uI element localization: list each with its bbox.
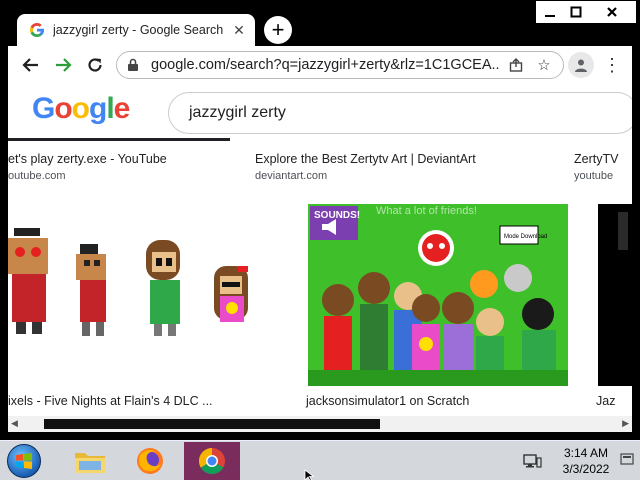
logo-letter: G [32,92,55,125]
tab-title: jazzygirl zerty - Google Search [53,23,224,37]
image-caption-1[interactable]: ixels - Five Nights at Flain's 4 DLC ... [8,394,213,408]
url-text: google.com/search?q=jazzygirl+zerty&rlz=… [151,57,499,73]
logo-letter: o [54,92,72,125]
maximize-button[interactable] [562,1,590,23]
network-icon[interactable] [522,453,542,469]
image-thumbnail-1[interactable] [8,224,278,374]
tab-strip: jazzygirl zerty - Google Search ✕ + [0,0,640,46]
scratch-characters-image: SOUNDS! What a lot of friends! Mode Down… [308,204,568,386]
result-title-3[interactable]: ZertyTV [574,152,618,166]
profile-avatar-icon[interactable] [568,52,594,78]
logo-letter: e [113,92,131,125]
page-viewport: Google jazzygirl zerty et's play zerty.e… [8,84,632,432]
search-input[interactable]: jazzygirl zerty [168,92,632,134]
bookmark-star-icon[interactable]: ☆ [533,56,555,74]
result-source-3: youtube [574,170,614,182]
thumb-header-text: What a lot of friends! [376,205,477,217]
result-title-2[interactable]: Explore the Best Zertytv Art | DeviantAr… [255,152,476,166]
minimize-icon [545,15,555,17]
browser-toolbar: google.com/search?q=jazzygirl+zerty&rlz=… [8,46,632,84]
taskbar-firefox[interactable] [122,442,178,480]
result-source-1: outube.com [8,170,66,182]
image-caption-2[interactable]: jacksonsimulator1 on Scratch [306,394,469,408]
taskbar-chrome[interactable] [184,442,240,480]
taskbar: 3:14 AM 3/3/2022 [0,440,640,480]
browser-menu-icon[interactable]: ⋮ [602,52,622,78]
mode-download-label: Mode Download [504,234,547,240]
logo-letter: g [89,92,107,125]
search-query-text: jazzygirl zerty [189,104,286,121]
taskbar-file-explorer[interactable] [62,442,118,480]
file-explorer-icon [75,453,105,473]
vertical-scroll-thumb[interactable] [618,212,628,250]
address-bar[interactable]: google.com/search?q=jazzygirl+zerty&rlz=… [116,51,564,79]
new-tab-button[interactable]: + [264,16,292,44]
sounds-label: SOUNDS! [314,210,360,221]
google-logo[interactable]: Google [32,92,131,126]
maximize-icon [570,6,582,18]
horizontal-scrollbar[interactable]: ◀ ▶ [8,416,632,432]
horizontal-scroll-thumb[interactable] [44,419,380,429]
active-tab-underline [8,138,230,141]
back-button[interactable] [16,50,46,80]
google-favicon-icon [29,22,45,38]
mouse-cursor-icon [304,468,316,480]
start-button[interactable] [4,443,44,479]
firefox-icon [137,448,163,474]
tab-close-icon[interactable]: ✕ [231,22,247,39]
forward-button[interactable] [48,50,78,80]
system-clock[interactable]: 3:14 AM 3/3/2022 [556,445,616,477]
vertical-scrollbar[interactable]: ▼ [614,204,632,432]
clock-time: 3:14 AM [563,446,609,460]
close-icon [607,7,617,17]
scroll-left-arrow-icon[interactable]: ◀ [11,418,18,429]
reload-icon [88,58,102,72]
image-caption-3[interactable]: Jaz [596,394,615,408]
clock-date: 3/3/2022 [562,462,610,476]
share-icon[interactable] [505,58,527,72]
result-source-2: deviantart.com [255,170,328,182]
lock-icon [125,57,141,73]
scroll-right-arrow-icon[interactable]: ▶ [622,418,629,429]
result-title-1[interactable]: et's play zerty.exe - YouTube [8,152,167,166]
show-desktop-icon[interactable] [620,451,634,469]
back-arrow-icon [22,58,38,72]
tab-google-search[interactable]: jazzygirl zerty - Google Search ✕ [17,14,255,46]
chrome-icon [198,447,225,475]
minimize-button[interactable] [536,1,564,23]
reload-button[interactable] [80,50,110,80]
windows-logo-icon [7,444,41,478]
pixel-characters-image [8,228,248,336]
close-window-button[interactable] [588,1,636,23]
image-thumbnail-2[interactable]: SOUNDS! What a lot of friends! Mode Down… [308,204,568,386]
screen: jazzygirl zerty - Google Search ✕ + goog… [0,0,640,480]
forward-arrow-icon [56,58,72,72]
logo-letter: l [106,92,114,125]
logo-letter: o [71,92,90,125]
